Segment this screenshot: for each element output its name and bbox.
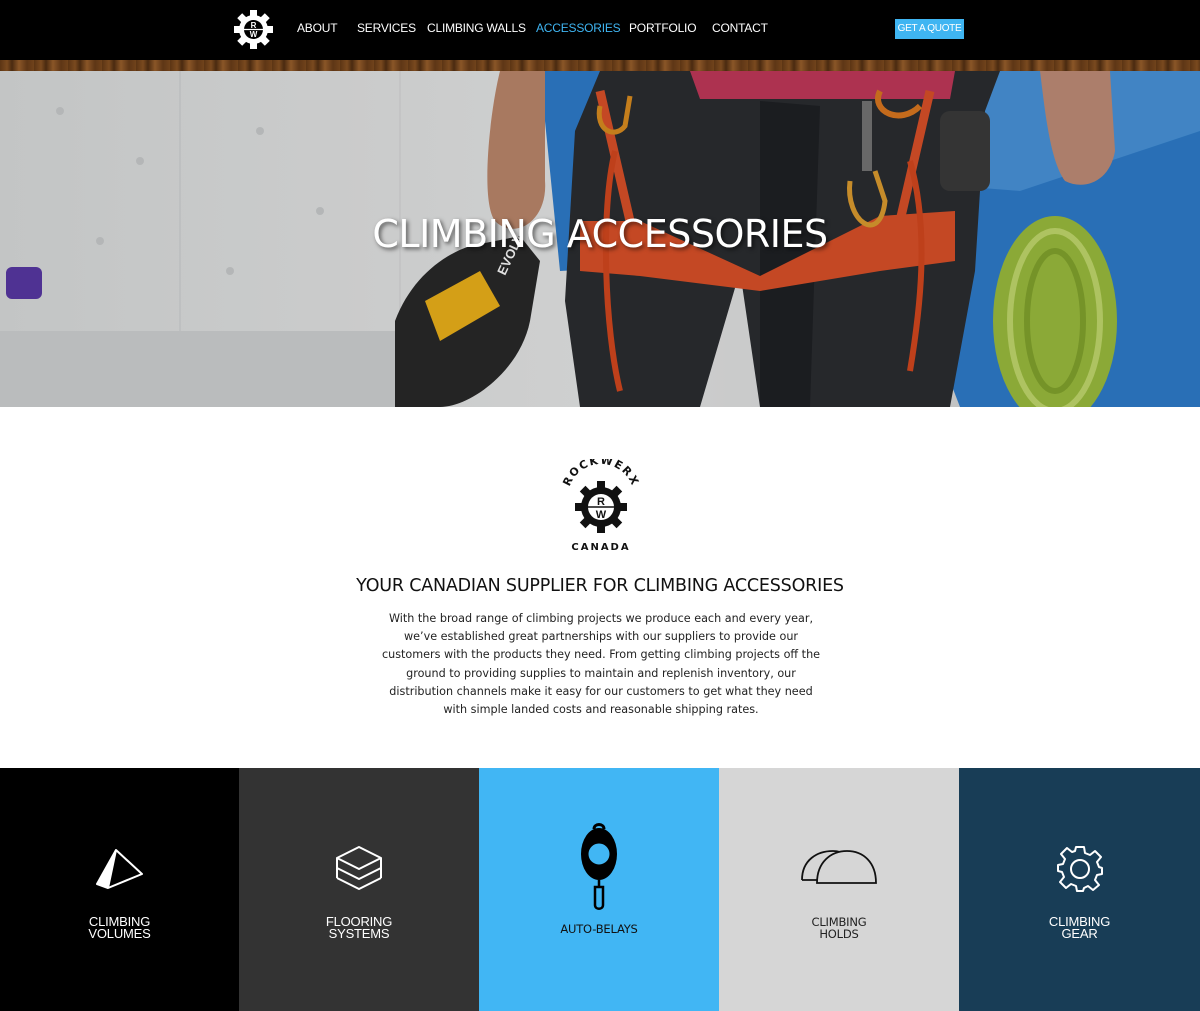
gear-icon: [1056, 846, 1103, 892]
layers-icon: [336, 846, 382, 890]
tile-climbing-holds[interactable]: CLIMBING HOLDS: [719, 768, 959, 1011]
intro-paragraph: With the broad range of climbing project…: [381, 612, 821, 717]
wood-strip: [0, 60, 1200, 71]
tile-label-climbing-gear: CLIMBING GEAR: [1048, 914, 1111, 941]
hero-title: CLIMBING ACCESSORIES: [372, 212, 828, 256]
hero-banner: EVOLV CLIMBING ACCESSORIES: [0, 71, 1200, 407]
climbing-holds-icon: [801, 850, 877, 884]
logo-canada-text: CANADA: [571, 542, 630, 553]
intro-heading: YOUR CANADIAN SUPPLIER FOR CLIMBING ACCE…: [356, 576, 844, 596]
logo-letter-bottom: W: [250, 30, 258, 39]
brand-logo-letter-top: R: [597, 496, 605, 508]
logo-letter-top: R: [251, 21, 257, 30]
tile-climbing-volumes[interactable]: CLIMBING VOLUMES: [0, 768, 239, 1011]
nav-contact[interactable]: CONTACT: [712, 21, 768, 35]
tile-label-auto-belays: AUTO-BELAYS: [560, 922, 638, 936]
volume-icon: [95, 849, 143, 889]
tile-climbing-gear[interactable]: CLIMBING GEAR: [959, 768, 1200, 1011]
tile-flooring-systems[interactable]: FLOORING SYSTEMS: [239, 768, 479, 1011]
nav-services[interactable]: SERVICES: [357, 21, 416, 35]
get-a-quote-button[interactable]: GET A QUOTE: [895, 19, 964, 39]
category-tiles: CLIMBING VOLUMES FLOORING SYSTEMS AUTO-B…: [0, 768, 1200, 1011]
tile-auto-belays[interactable]: AUTO-BELAYS: [479, 768, 719, 1011]
nav-about[interactable]: ABOUT: [297, 21, 338, 35]
rockwerx-canada-logo: ROCKWERX R W CANADA: [556, 453, 646, 553]
tile-label-flooring-systems: FLOORING SYSTEMS: [325, 914, 393, 941]
rockwerx-logo-icon[interactable]: R W: [233, 9, 274, 50]
site-header: R W ABOUT SERVICES CLIMBING WALLS ACCESS…: [0, 0, 1200, 60]
brand-logo-letter-bottom: W: [596, 509, 607, 521]
tile-label-climbing-holds: CLIMBING HOLDS: [811, 915, 867, 941]
nav-accessories[interactable]: ACCESSORIES: [536, 21, 621, 35]
tile-label-climbing-volumes: CLIMBING VOLUMES: [88, 914, 151, 941]
nav-portfolio[interactable]: PORTFOLIO: [629, 21, 697, 35]
auto-belay-icon: [581, 823, 617, 910]
nav-climbing-walls[interactable]: CLIMBING WALLS: [427, 21, 526, 35]
